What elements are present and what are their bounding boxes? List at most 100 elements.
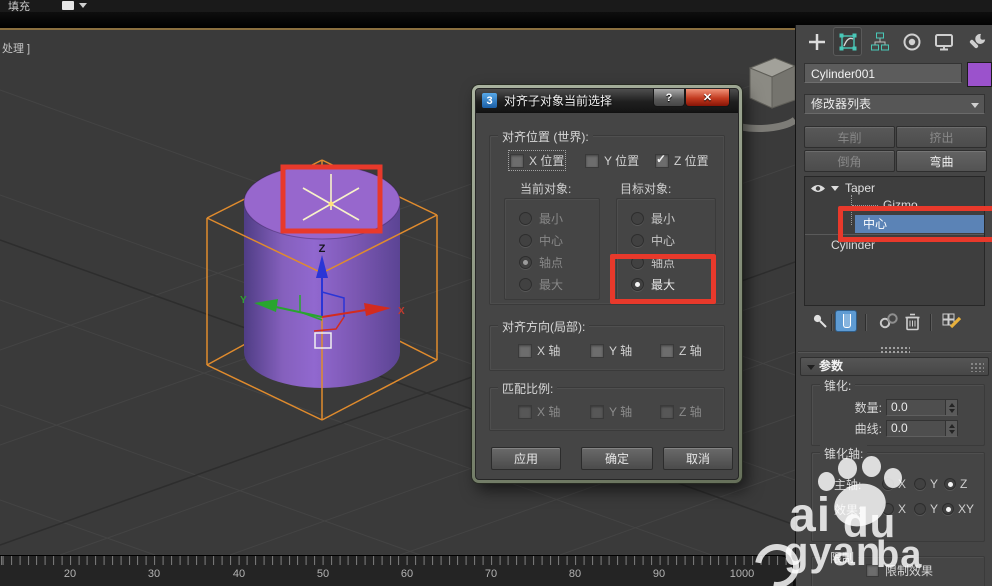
rollout-arrow-icon — [807, 365, 815, 370]
annotation-rect-stack — [838, 206, 992, 242]
tab-display[interactable] — [933, 31, 955, 53]
chevron-down-icon — [971, 103, 979, 108]
timeline-label: 90 — [652, 568, 666, 580]
show-end-result-button[interactable] — [835, 310, 857, 332]
cancel-button[interactable]: 取消 — [663, 447, 733, 470]
make-unique-button[interactable] — [878, 313, 900, 329]
align-position-group-label: 对齐位置 (世界): — [498, 128, 593, 145]
modify-icon — [839, 33, 857, 51]
curve-label: 曲线: — [854, 422, 882, 436]
vial-icon — [843, 314, 851, 328]
align-position-group: 对齐位置 (世界): X 位置 Y 位置 Z 位置 当前对象: 目标对象: 最小… — [489, 128, 725, 305]
curve-spinner[interactable] — [945, 421, 957, 436]
curve-field[interactable]: 0.0 — [886, 420, 958, 437]
scale-y-checkbox: Y 轴 — [590, 403, 632, 420]
close-icon: ✕ — [702, 92, 713, 104]
limits-group-label: 限制 — [826, 549, 859, 566]
x-position-checkbox[interactable]: X 位置 — [507, 150, 567, 171]
rollout-title: 参数 — [819, 359, 844, 373]
viewport-shading-label[interactable]: 处理 ] — [2, 40, 30, 56]
effect-xy-radio[interactable]: XY — [942, 502, 974, 516]
target-min-radio[interactable]: 最小 — [631, 207, 715, 229]
scale-x-checkbox: X 轴 — [518, 403, 560, 420]
grid-pencil-icon — [942, 313, 962, 329]
object-name-input[interactable]: Cylinder001 — [804, 63, 962, 83]
apply-button[interactable]: 应用 — [491, 447, 561, 470]
amount-field[interactable]: 0.0 — [886, 399, 958, 416]
timeline-label: 30 — [147, 568, 161, 580]
taper-axis-group: 锥化轴: — [811, 445, 985, 542]
y-position-checkbox[interactable]: Y 位置 — [585, 152, 639, 169]
y-axis-label: Y — [240, 295, 247, 306]
spinner-down-icon[interactable] — [948, 429, 955, 434]
target-object-label: 目标对象: — [620, 182, 672, 196]
limit-effect-checkbox[interactable]: 限制效果 — [866, 563, 933, 578]
object-color-swatch[interactable] — [967, 62, 992, 87]
menu-populate[interactable]: 填充 — [8, 0, 30, 12]
plus-icon — [809, 34, 825, 50]
eye-icon[interactable] — [810, 183, 826, 194]
primary-z-radio[interactable]: Z — [944, 477, 967, 491]
curve-value[interactable]: 0.0 — [887, 421, 945, 436]
taper-axis-group-label: 锥化轴: — [820, 445, 868, 462]
current-object-box: 最小 中心 轴点 最大 — [504, 198, 600, 300]
modifier-list-dropdown[interactable]: 修改器列表 — [804, 94, 985, 114]
amount-spinner[interactable] — [945, 400, 957, 415]
timeline-label: 60 — [400, 568, 414, 580]
current-pivot-radio: 轴点 — [519, 251, 599, 273]
chevron-down-icon — [79, 3, 87, 8]
current-min-radio: 最小 — [519, 207, 599, 229]
z-axis-label: Z — [319, 243, 326, 255]
configure-modifier-sets-button[interactable] — [942, 313, 962, 330]
tab-hierarchy[interactable] — [869, 31, 891, 53]
align-subobject-dialog: 3 对齐子对象当前选择 ? ✕ 对齐位置 (世界): X 位置 Y 位置 Z 位… — [472, 85, 742, 483]
z-position-checkbox[interactable]: Z 位置 — [655, 152, 709, 169]
primary-x-radio[interactable]: X — [882, 477, 906, 491]
modifier-button-bend[interactable]: 弯曲 — [896, 150, 987, 172]
parameters-rollout-header[interactable]: 参数 — [800, 357, 989, 376]
tab-motion[interactable] — [901, 31, 923, 53]
orientation-x-checkbox[interactable]: X 轴 — [518, 342, 560, 359]
spinner-up-icon[interactable] — [948, 423, 955, 428]
motion-icon — [903, 33, 921, 51]
amount-label: 数量: — [854, 401, 882, 415]
taper-group-label: 锥化: — [820, 377, 856, 394]
modifier-button-lathe: 车削 — [804, 126, 895, 148]
toolbar-divider — [865, 314, 867, 331]
current-center-radio: 中心 — [519, 229, 599, 251]
target-center-radio[interactable]: 中心 — [631, 229, 715, 251]
chain-links-icon — [879, 313, 898, 329]
timeline-ruler[interactable]: 20 30 40 50 60 70 80 90 1000 — [0, 555, 793, 586]
spinner-up-icon[interactable] — [948, 402, 955, 407]
dialog-help-button[interactable]: ? — [653, 89, 685, 107]
dialog-close-button[interactable]: ✕ — [685, 89, 730, 107]
remove-modifier-button[interactable] — [905, 313, 920, 331]
effect-axis-label: 效果: — [834, 503, 862, 517]
panel-resize-handle[interactable] — [880, 346, 910, 354]
modifier-button-bevel: 倒角 — [804, 150, 895, 172]
tab-modify[interactable] — [837, 31, 859, 53]
stack-row-taper[interactable]: Taper — [805, 179, 984, 197]
orientation-z-checkbox[interactable]: Z 轴 — [660, 342, 702, 359]
orientation-y-checkbox[interactable]: Y 轴 — [590, 342, 632, 359]
effect-y-radio[interactable]: Y — [914, 502, 938, 516]
match-scale-group-label: 匹配比例: — [498, 380, 558, 397]
rollout-grip-icon — [970, 362, 984, 372]
timeline-label: 1000 — [729, 568, 755, 580]
tab-utilities[interactable] — [966, 31, 988, 53]
timeline-label: 70 — [484, 568, 498, 580]
current-max-radio: 最大 — [519, 273, 599, 295]
primary-y-radio[interactable]: Y — [914, 477, 938, 491]
top-menubar: 填充 — [0, 0, 992, 12]
toolbar-divider — [930, 314, 932, 331]
collapse-arrow-icon[interactable] — [831, 186, 839, 191]
max-app-icon: 3 — [482, 93, 497, 108]
effect-x-radio[interactable]: X — [882, 502, 906, 516]
ok-button[interactable]: 确定 — [581, 447, 653, 470]
spinner-down-icon[interactable] — [948, 408, 955, 413]
pin-stack-button[interactable] — [812, 313, 829, 330]
amount-value[interactable]: 0.0 — [887, 400, 945, 415]
toolbar-icon[interactable] — [62, 1, 74, 10]
tab-create[interactable] — [806, 31, 828, 53]
align-orientation-group: 对齐方向(局部): X 轴 Y 轴 Z 轴 — [489, 318, 725, 371]
